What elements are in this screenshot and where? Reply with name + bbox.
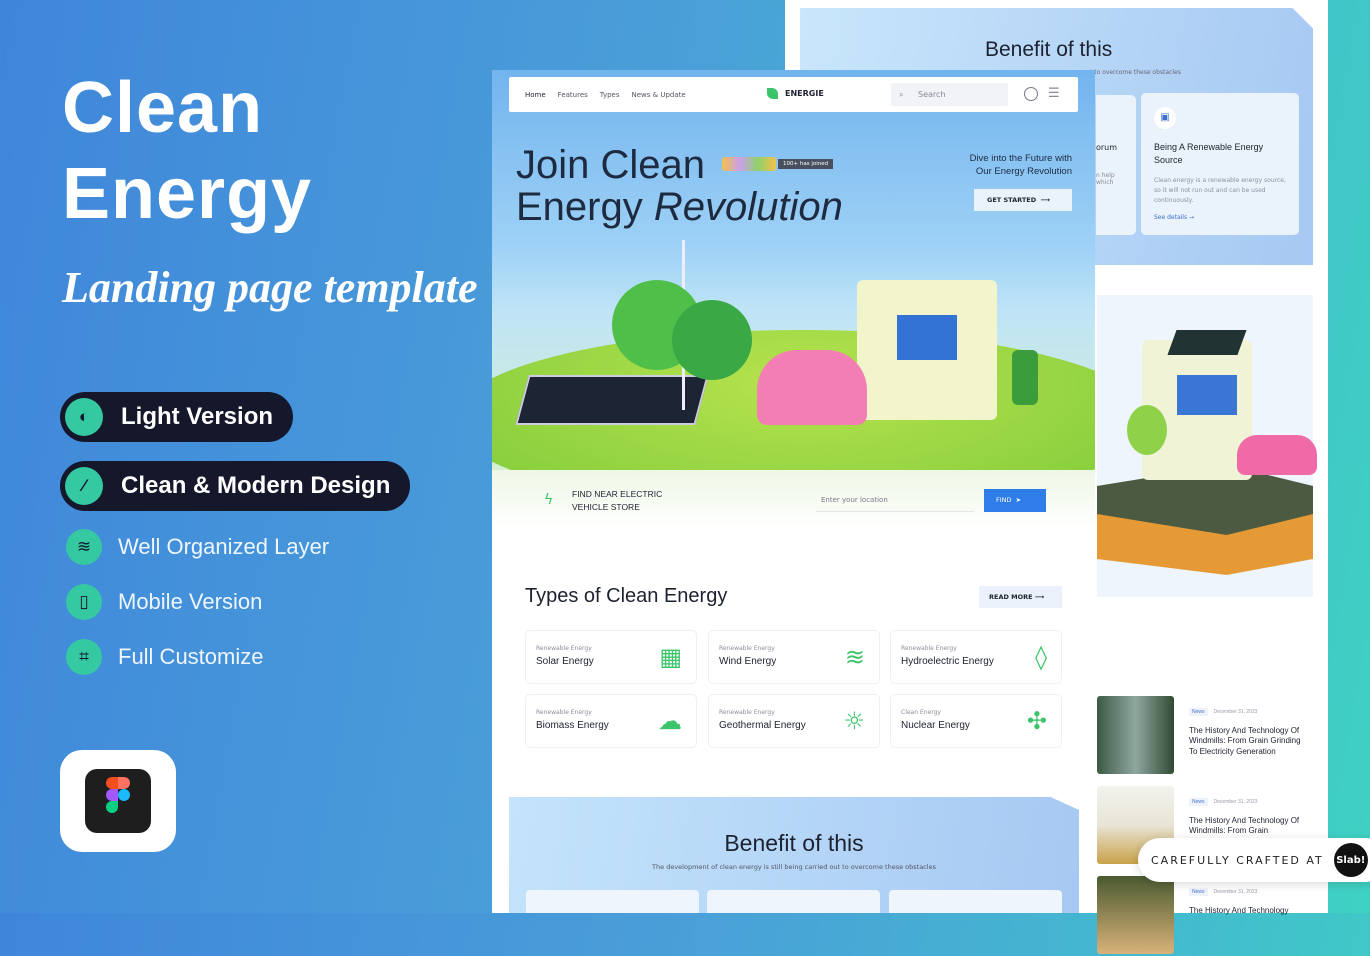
- slab-logo: Slab!: [1333, 843, 1368, 877]
- feature-layers: ≋ Well Organized Layer: [66, 529, 329, 565]
- energy-card-wind[interactable]: Renewable Energy Wind Energy ≋: [708, 630, 880, 684]
- get-started-button[interactable]: GET STARTED ⟶: [974, 189, 1072, 211]
- benefit-card-title: Being A Renewable Energy Source: [1154, 142, 1264, 165]
- solar-panels-illustration: [515, 375, 709, 425]
- news-thumbnail: [1097, 696, 1174, 774]
- news-title: The History And Technology Of Windmills:…: [1189, 815, 1300, 836]
- news-date: December 31, 2023: [1213, 889, 1258, 895]
- news-tag: News: [1189, 888, 1208, 896]
- partial-card-text: n help: [1096, 172, 1115, 179]
- back-benefit-sub: t to overcome these obstacles: [1090, 69, 1181, 76]
- news-thumbnail: [1097, 876, 1174, 954]
- promo-title-line1: Clean: [62, 68, 264, 148]
- badge-light-version: ◐ Light Version: [60, 392, 294, 442]
- nav-features[interactable]: Features: [558, 91, 588, 99]
- magic-wand-icon: ⁄: [65, 467, 103, 505]
- credit-text: CAREFULLY CRAFTED AT: [1151, 853, 1324, 867]
- wind-icon: ≋: [844, 643, 865, 671]
- figma-icon: [60, 750, 176, 852]
- hero-section: [492, 70, 1095, 510]
- sun-icon: ☼: [843, 707, 865, 735]
- feature-label: Well Organized Layer: [118, 534, 330, 559]
- molecule-icon: ✣: [1026, 707, 1047, 735]
- house-illustration: [1097, 295, 1317, 597]
- car-illustration: [757, 350, 867, 425]
- partial-card-title: orum: [1096, 143, 1118, 152]
- benefit-subtitle: The development of clean energy is still…: [652, 863, 936, 871]
- benefit-card: [707, 890, 880, 913]
- brand-name: ENERGIE: [785, 89, 824, 98]
- benefit-card: [526, 890, 699, 913]
- benefit-card-text: Clean energy is a renewable energy sourc…: [1154, 177, 1286, 204]
- badge-label: Clean & Modern Design: [121, 472, 391, 499]
- energy-card-geothermal[interactable]: Renewable Energy Geothermal Energy ☼: [708, 694, 880, 748]
- menu-icon[interactable]: ☰: [1048, 86, 1060, 101]
- benefit-section: Benefit of this The development of clean…: [509, 797, 1079, 913]
- search-icon: ⌕: [899, 90, 907, 99]
- partial-card-text: which: [1096, 179, 1114, 186]
- crop-icon: ⌗: [66, 639, 102, 675]
- news-tag: News: [1189, 708, 1208, 716]
- cloud-rain-icon: ☁: [658, 707, 682, 735]
- contrast-icon: ◐: [65, 398, 103, 436]
- energy-card-nuclear[interactable]: Clean Energy Nuclear Energy ✣: [890, 694, 1062, 748]
- landing-page-preview: Home Features Types News & Update ENERGI…: [492, 70, 1095, 913]
- top-nav: Home Features Types News & Update ENERGI…: [509, 77, 1078, 112]
- news-title: The History And Technology Of Windmills:…: [1189, 725, 1301, 756]
- news-date: December 31, 2023: [1213, 799, 1258, 805]
- promo-title-line2: Energy: [62, 154, 313, 234]
- read-more-button[interactable]: READ MORE ⟶: [979, 586, 1062, 608]
- nav-news[interactable]: News & Update: [632, 91, 686, 99]
- badge-label: Light Version: [121, 403, 274, 430]
- energy-card-biomass[interactable]: Renewable Energy Biomass Energy ☁: [525, 694, 697, 748]
- feature-customize: ⌗ Full Customize: [66, 639, 263, 675]
- finder-section: ϟ FIND NEAR ELECTRIC VEHICLE STORE Enter …: [492, 470, 1095, 530]
- hero-tagline: Dive into the Future with: [969, 153, 1072, 164]
- finder-title: FIND NEAR ELECTRIC: [572, 489, 663, 499]
- hero-title-line2: Energy Revolution: [516, 185, 843, 229]
- avatar-group: [722, 157, 776, 171]
- water-drop-ph-icon: ◊: [1035, 643, 1047, 671]
- feature-label: Mobile Version: [118, 589, 263, 614]
- promo-subtitle: Landing page template: [62, 263, 478, 312]
- badge-clean-modern: ⁄ Clean & Modern Design: [60, 461, 411, 511]
- solar-panel-icon: ▦: [659, 643, 682, 671]
- news-tag: News: [1189, 798, 1208, 806]
- energy-card-solar[interactable]: Renewable Energy Solar Energy ▦: [525, 630, 697, 684]
- benefit-card: [889, 890, 1062, 913]
- types-heading: Types of Clean Energy: [525, 585, 728, 607]
- crafted-at-badge: CAREFULLY CRAFTED AT Slab!: [1138, 838, 1370, 882]
- clipboard-icon: ▣: [1154, 107, 1176, 129]
- brand-logo[interactable]: ENERGIE: [767, 88, 836, 99]
- search-input[interactable]: ⌕ Search: [891, 83, 1008, 106]
- leaf-icon: [767, 88, 778, 99]
- benefit-card: ▣ Being A Renewable Energy Source Clean …: [1141, 93, 1299, 235]
- find-button[interactable]: FIND ➤: [984, 489, 1046, 512]
- feature-label: Full Customize: [118, 644, 264, 669]
- see-details-link[interactable]: See details →: [1154, 214, 1286, 221]
- location-input[interactable]: Enter your location: [816, 490, 974, 512]
- lightning-icon: ϟ: [544, 492, 554, 508]
- news-item[interactable]: News December 31, 2023 The History And Tec…: [1097, 876, 1313, 956]
- joined-badge: 100+ has joined: [722, 157, 834, 171]
- energy-card-hydro[interactable]: Renewable Energy Hydroelectric Energy ◊: [890, 630, 1062, 684]
- nav-types[interactable]: Types: [600, 91, 620, 99]
- mobile-icon: ▯: [66, 584, 102, 620]
- nav-home[interactable]: Home: [525, 91, 546, 99]
- back-benefit-heading: Benefit of this: [985, 38, 1113, 61]
- layers-icon: ≋: [66, 529, 102, 565]
- news-item[interactable]: News December 31, 2023 The History And Tec…: [1097, 696, 1313, 776]
- news-date: December 31, 2023: [1213, 709, 1258, 715]
- news-title: The History And Technology: [1189, 905, 1289, 915]
- user-icon[interactable]: [1024, 87, 1038, 101]
- battery-illustration: [1012, 350, 1038, 405]
- feature-mobile: ▯ Mobile Version: [66, 584, 262, 620]
- benefit-heading: Benefit of this: [724, 830, 864, 856]
